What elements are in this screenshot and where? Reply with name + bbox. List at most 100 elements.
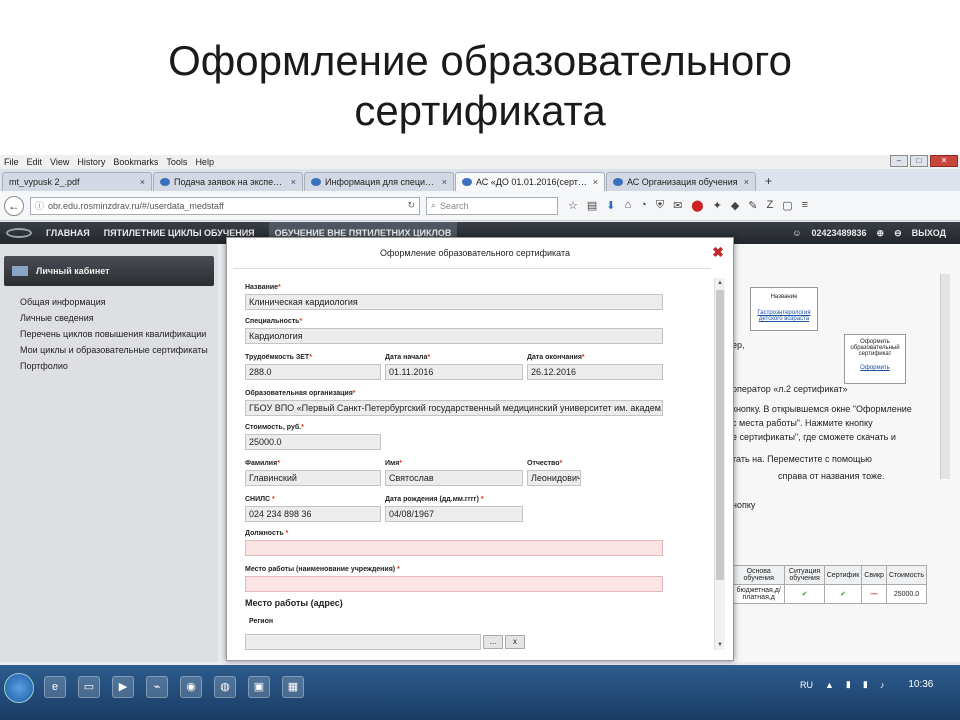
minimize-icon[interactable]: – — [890, 155, 908, 167]
organization-field[interactable]: ГБОУ ВПО «Первый Санкт-Петербургский гос… — [245, 400, 663, 416]
zoom-out-icon[interactable]: ⊖ — [894, 228, 902, 239]
translate-icon[interactable]: ✉ — [673, 199, 682, 212]
chrome-icon[interactable]: ◉ — [180, 676, 202, 698]
scroll-up-icon[interactable]: ▲ — [715, 278, 725, 288]
surname-field[interactable]: Главинский — [245, 470, 381, 486]
search-input[interactable]: ⌕ Search — [426, 196, 558, 215]
sidebar-item-my-cycles[interactable]: Мои циклы и образовательные сертификаты — [20, 342, 215, 358]
close-window-icon[interactable]: ✕ — [930, 155, 958, 167]
folder-icon[interactable]: ▭ — [78, 676, 100, 698]
name-field[interactable]: Клиническая кардиология — [245, 294, 663, 310]
nav-home[interactable]: ГЛАВНАЯ — [46, 228, 90, 238]
new-tab-button[interactable]: + — [757, 174, 780, 191]
sidebar-item-cycles-list[interactable]: Перечень циклов повышения квалификации — [20, 326, 215, 342]
logout-link[interactable]: ВЫХОД — [912, 228, 946, 238]
notes-icon[interactable]: ✎ — [748, 199, 757, 212]
firefox-icon[interactable]: ◍ — [214, 676, 236, 698]
url-bar[interactable]: ⓘ obr.edu.rosminzdrav.ru/#/userdata_meds… — [30, 196, 420, 215]
sidebar: Личный кабинет Общая информация Личные с… — [0, 244, 218, 662]
close-icon[interactable]: ✖ — [711, 245, 725, 259]
personal-cabinet-header[interactable]: Личный кабинет — [4, 256, 214, 286]
app-icon[interactable]: ▣ — [248, 676, 270, 698]
tray-expand-icon[interactable]: ▲ — [825, 680, 834, 690]
instruction-box-course-link[interactable]: Гастроэнтерология детского возраста — [753, 310, 815, 322]
page-icon[interactable]: ▢ — [782, 199, 792, 212]
cat-icon[interactable]: ◆ — [731, 199, 739, 212]
menu-edit[interactable]: Edit — [27, 157, 43, 167]
workplace-field[interactable] — [245, 576, 663, 592]
cycles-table: Основа обучения Ситуация обучения Сертиф… — [732, 565, 928, 604]
start-button[interactable] — [4, 673, 34, 703]
tab-pdf[interactable]: mt_vypusk 2_.pdf × — [2, 172, 152, 191]
tab-expertise[interactable]: Подача заявок на экспертизу × — [153, 172, 303, 191]
page-scrollbar[interactable] — [940, 274, 950, 479]
menu-file[interactable]: File — [4, 157, 19, 167]
menu-help[interactable]: Help — [195, 157, 214, 167]
sidebar-item-portfolio[interactable]: Портфолио — [20, 358, 215, 374]
zoom-in-icon[interactable]: ⊕ — [877, 228, 885, 239]
end-date-field[interactable]: 26.12.2016 — [527, 364, 663, 380]
tab-info[interactable]: Информация для специалистов × — [304, 172, 454, 191]
cost-field[interactable]: 25000.0 — [245, 434, 381, 450]
site-favicon-icon — [311, 178, 321, 186]
region-field[interactable] — [245, 634, 481, 650]
hours-field[interactable]: 288.0 — [245, 364, 381, 380]
sidebar-item-personal-info[interactable]: Личные сведения — [20, 310, 215, 326]
internet-explorer-icon[interactable]: e — [44, 676, 66, 698]
back-arrow-icon[interactable]: ← — [4, 195, 24, 216]
sidebar-item-general-info[interactable]: Общая информация — [20, 294, 215, 310]
instruction-box-issue-link[interactable]: Оформить — [847, 365, 903, 371]
tab-label: Информация для специалистов — [325, 177, 438, 187]
bookmark-star-icon[interactable]: ☆ — [568, 199, 578, 212]
reading-list-icon[interactable]: ▤ — [587, 199, 597, 212]
start-date-field[interactable]: 01.11.2016 — [385, 364, 523, 380]
user-avatar-icon: ☺ — [792, 228, 802, 238]
language-indicator[interactable]: RU — [800, 680, 813, 690]
close-tab-icon[interactable]: × — [593, 177, 598, 187]
battery-icon[interactable]: ▮ — [846, 679, 851, 690]
volume-icon[interactable]: ♪ — [880, 680, 885, 690]
workplace-label: Место работы (наименование учреждения) * — [245, 566, 400, 573]
position-field[interactable] — [245, 540, 663, 556]
site-logo-icon[interactable] — [6, 228, 32, 238]
region-browse-button[interactable]: ... — [483, 635, 503, 649]
pocket-icon[interactable]: ◔ — [640, 199, 647, 212]
shield-icon[interactable]: ⛨ — [656, 199, 664, 212]
birth-date-field[interactable]: 04/08/1967 — [385, 506, 523, 522]
patronymic-field[interactable]: Леонидович — [527, 470, 581, 486]
table-row[interactable]: бюджетная,д/платная,д ✔ ✔ — 25000.0 — [732, 584, 928, 604]
zotero-icon[interactable]: Z — [767, 199, 774, 212]
media-player-icon[interactable]: ▶ — [112, 676, 134, 698]
close-tab-icon[interactable]: × — [442, 177, 447, 187]
menu-tools[interactable]: Tools — [166, 157, 187, 167]
instruction-box-course: Название Гастроэнтерология детского возр… — [750, 287, 818, 331]
menu-bookmarks[interactable]: Bookmarks — [113, 157, 158, 167]
extension-icon[interactable]: ✦ — [713, 199, 722, 212]
reload-icon[interactable]: ↻ — [407, 200, 415, 211]
adblock-icon[interactable]: ⬤ — [691, 199, 703, 212]
scroll-thumb[interactable] — [716, 290, 724, 580]
scroll-down-icon[interactable]: ▼ — [715, 640, 725, 650]
tab-organization[interactable]: АС Организация обучения × — [606, 172, 756, 191]
menu-view[interactable]: View — [50, 157, 69, 167]
close-tab-icon[interactable]: × — [140, 177, 145, 187]
user-id: 02423489836 — [811, 228, 867, 238]
slideshow-icon[interactable]: ▦ — [282, 676, 304, 698]
menu-history[interactable]: History — [77, 157, 105, 167]
download-icon[interactable]: ⬇ — [606, 199, 615, 212]
menu-icon[interactable]: ≡ — [802, 199, 808, 212]
region-clear-button[interactable]: x — [505, 635, 525, 649]
close-tab-icon[interactable]: × — [291, 177, 296, 187]
dialog-scrollbar[interactable]: ▲ ▼ — [714, 278, 725, 650]
network-icon[interactable]: ⌁ — [146, 676, 168, 698]
specialty-field[interactable]: Кардиология — [245, 328, 663, 344]
snils-field[interactable]: 024 234 898 36 — [245, 506, 381, 522]
firstname-label: Имя* — [385, 460, 403, 467]
close-tab-icon[interactable]: × — [744, 177, 749, 187]
home-icon[interactable]: ⌂ — [625, 199, 632, 212]
tab-certificate[interactable]: АС «ДО 01.01.2016(сертификат)» × — [455, 172, 605, 191]
firstname-field[interactable]: Святослав — [385, 470, 523, 486]
maximize-icon[interactable]: □ — [910, 155, 928, 167]
clock[interactable]: 10:36 — [908, 679, 933, 690]
network-status-icon[interactable]: ▮ — [863, 679, 868, 690]
